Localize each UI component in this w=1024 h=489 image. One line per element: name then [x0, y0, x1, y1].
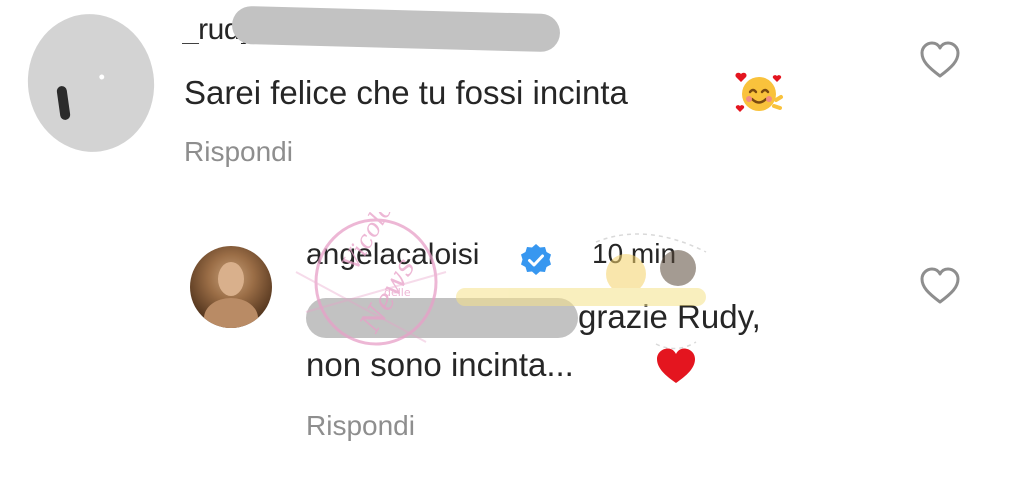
- avatar-detail: [56, 85, 71, 121]
- avatar-detail: [218, 262, 244, 296]
- avatar-detail: [98, 74, 105, 80]
- reply-author-avatar[interactable]: [190, 246, 272, 328]
- comment-text: Sarei felice che tu fossi incinta: [184, 74, 628, 111]
- heart-outline-icon[interactable]: [918, 266, 962, 306]
- red-heart-icon: [657, 348, 695, 383]
- reply-timestamp: 10 min: [592, 238, 677, 269]
- reply-button[interactable]: Rispondi: [184, 136, 293, 168]
- reply-button[interactable]: Rispondi: [306, 410, 415, 442]
- verified-badge-icon: [521, 244, 551, 275]
- reply-text-line2: non sono incinta...: [306, 346, 574, 383]
- reply-author-username[interactable]: angelacaloisi: [306, 238, 479, 272]
- heart-outline-icon[interactable]: [918, 40, 962, 80]
- username-redaction: [231, 5, 561, 53]
- reply-text-line1: grazie Rudy,: [578, 298, 761, 335]
- smiling-face-with-hearts-icon: [735, 72, 783, 112]
- mention-redaction: [306, 298, 578, 338]
- avatar-detail: [204, 298, 258, 328]
- commenter-avatar[interactable]: [19, 5, 163, 161]
